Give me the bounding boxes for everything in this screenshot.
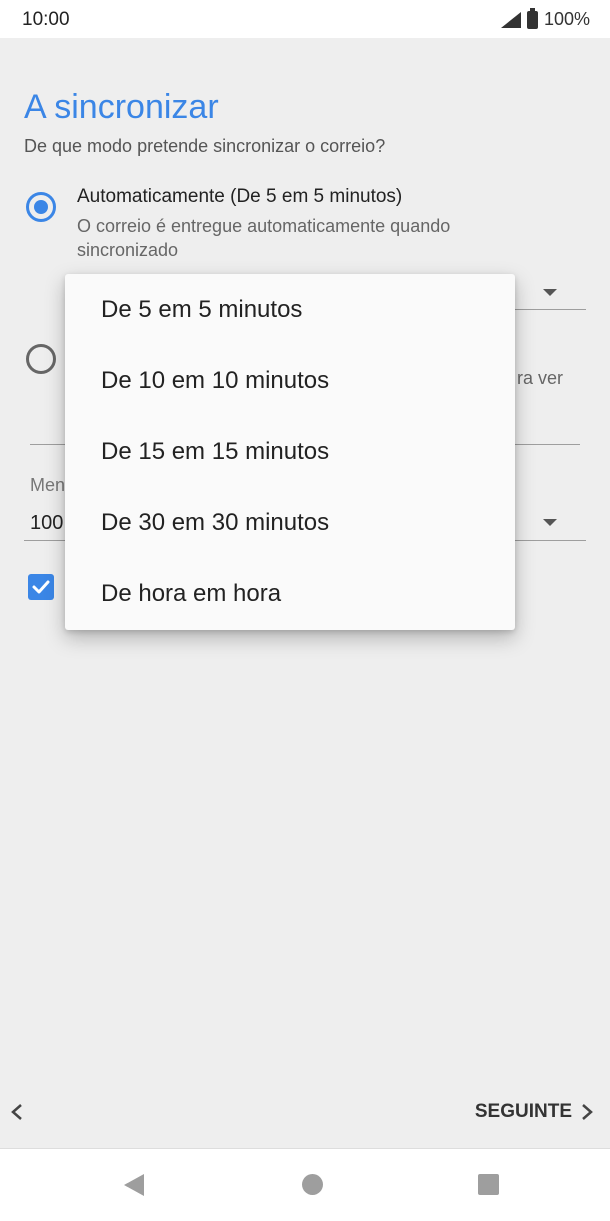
auto-sync-title[interactable]: Automaticamente (De 5 em 5 minutos): [77, 186, 402, 208]
system-navigation-bar: [0, 1148, 610, 1221]
signal-icon: [500, 11, 521, 28]
previous-button[interactable]: [10, 1101, 24, 1127]
back-icon[interactable]: [124, 1174, 144, 1196]
status-bar: 10:00 100%: [0, 0, 610, 38]
chevron-left-icon: [11, 1104, 22, 1120]
radio-manual-sync[interactable]: [26, 344, 56, 374]
auto-sync-description: O correio é entregue automaticamente qua…: [77, 216, 451, 260]
mail-count-value[interactable]: 100: [30, 512, 63, 535]
frequency-dropdown-arrow-icon[interactable]: [543, 289, 557, 296]
home-icon[interactable]: [302, 1174, 323, 1195]
status-icons: 100%: [500, 7, 590, 30]
battery-icon: [526, 7, 538, 29]
menu-item-10min[interactable]: De 10 em 10 minutos: [101, 367, 329, 395]
chevron-right-icon: [582, 1104, 593, 1120]
sync-frequency-menu: De 5 em 5 minutos De 10 em 10 minutos De…: [65, 274, 515, 630]
battery-percent: 100%: [543, 9, 590, 29]
mail-count-label: Men: [30, 475, 66, 495]
status-time: 10:00: [22, 9, 70, 30]
page-subtitle: De que modo pretende sincronizar o corre…: [24, 136, 386, 156]
menu-item-30min[interactable]: De 30 em 30 minutos: [101, 509, 329, 537]
mail-count-dropdown-arrow-icon[interactable]: [543, 519, 557, 526]
radio-auto-sync[interactable]: [26, 192, 56, 222]
sync-settings-screen: A sincronizar De que modo pretende sincr…: [0, 38, 610, 1148]
sync-checkbox[interactable]: [28, 574, 54, 600]
frequency-field-underline: [515, 309, 586, 310]
menu-item-5min[interactable]: De 5 em 5 minutos: [101, 296, 302, 324]
page-title: A sincronizar: [24, 88, 219, 126]
next-button[interactable]: SEGUINTE: [475, 1101, 594, 1123]
menu-item-15min[interactable]: De 15 em 15 minutos: [101, 438, 329, 466]
menu-item-hourly[interactable]: De hora em hora: [101, 580, 281, 608]
recent-apps-icon[interactable]: [478, 1174, 499, 1195]
check-icon: [32, 580, 50, 594]
next-button-label: SEGUINTE: [474, 1101, 572, 1122]
manual-sync-description-partial: ra ver: [517, 368, 564, 388]
